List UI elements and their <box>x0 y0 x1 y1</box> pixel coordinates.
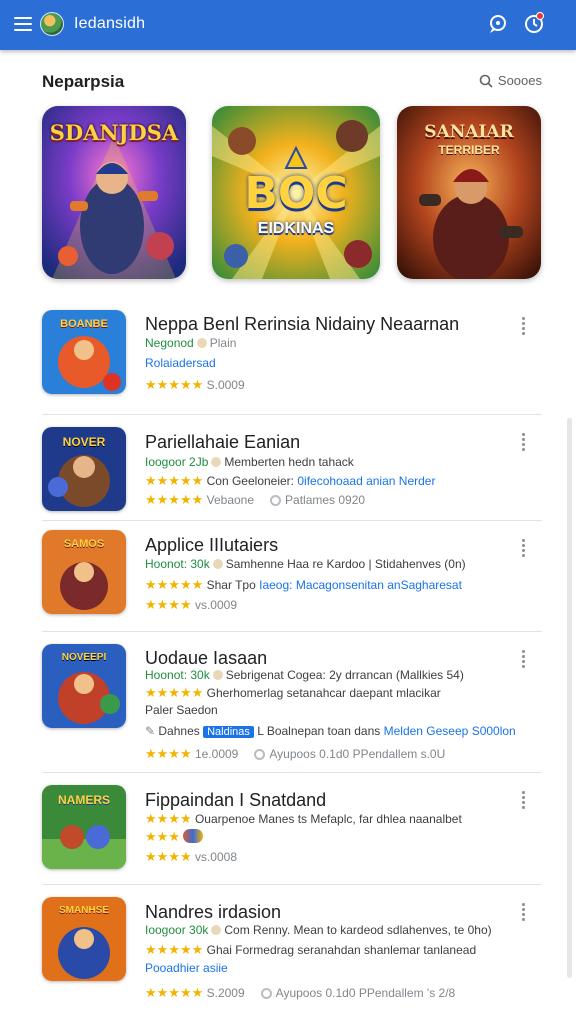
app-rating: ★★★ <box>145 829 204 845</box>
thumbnail-label: NOVEEPI <box>61 652 107 663</box>
section-title: Neparpsia <box>42 72 125 91</box>
app-title: Neppa Benl Rerinsia Nidainy Neaarnan <box>145 314 460 334</box>
app-stats: ★★★★★ S.2009 Ayupoos 0.1d0 PPendallem 's … <box>145 985 456 1000</box>
app-stats: ★★★★ 1e.0009 Ayupoos 0.1d0 PPendallem s.0… <box>145 746 446 761</box>
notification-badge <box>536 12 544 20</box>
featured-title-1: SDANJDSA <box>49 120 179 145</box>
featured-game-2[interactable]: BOC EIDKINAS <box>212 106 380 279</box>
app-subtitle: Pooadhier asiie <box>145 961 228 975</box>
featured-title-3: SANAIAR <box>424 122 514 142</box>
list-item[interactable]: NAMERS Fippaindan I Snatdand ★★★★ Ouarpe… <box>0 773 576 883</box>
more-vert-icon[interactable] <box>522 903 530 921</box>
app-stats: ★★★★★ Vebaone Patlames 0920 <box>145 492 366 507</box>
avatar[interactable] <box>40 12 64 36</box>
thumbnail-label: BOANBE <box>60 318 108 330</box>
app-thumbnail: NOVER <box>42 427 126 511</box>
app-category: Rolaiadersad <box>145 356 216 370</box>
list-item[interactable]: SAMOS Applice IIIutaiers Hoonot: 30k Samh… <box>0 521 576 631</box>
app-thumbnail: NOVEEPI <box>42 644 126 728</box>
app-thumbnail: SAMOS <box>42 530 126 614</box>
chat-icon[interactable] <box>486 12 510 36</box>
app-stats: ★★★★ vs.0008 <box>145 849 237 864</box>
app-stats: ★★★★ vs.0009 <box>145 597 237 612</box>
list-item[interactable]: NOVER Pariellahaie Eanian Ioogoor 2Jb Mem… <box>0 415 576 520</box>
app-details: ★★★★★ Gherhomerlag setanahcar daepant ml… <box>145 685 441 700</box>
more-vert-icon[interactable] <box>522 433 530 451</box>
scrollbar[interactable] <box>567 418 572 978</box>
search-icon <box>479 74 493 88</box>
app-meta: Negonod Plain <box>145 336 237 350</box>
app-details: ★★★★ Ouarpenoe Manes ts Mefaplc, far dhl… <box>145 811 462 826</box>
app-thumbnail: BOANBE <box>42 310 126 394</box>
app-details: ★★★★★ Con Geeloneier: 0ifecohoaad anian … <box>145 473 436 488</box>
app-meta: Hoonot: 30k Samhenne Haa re Kardoo | Stid… <box>145 557 466 571</box>
app-rating: ★★★★★ S.0009 <box>145 377 245 392</box>
more-vert-icon[interactable] <box>522 650 530 668</box>
app-meta: Ioogoor 30k Com Renny. Mean to kardeod sd… <box>145 923 492 937</box>
app-details: ★★★★★ Shar Tpo Iaeog: Macagonsenitan anS… <box>145 577 462 592</box>
app-details: ★★★★★ Ghai Formedrag seranahdan shanlema… <box>145 942 477 957</box>
app-title: Uodaue Iasaan <box>145 648 268 668</box>
app-thumbnail: SMANHSE <box>42 897 126 981</box>
more-vert-icon[interactable] <box>522 791 530 809</box>
menu-icon[interactable] <box>14 17 32 31</box>
featured-title-2: BOC <box>244 168 348 219</box>
featured-subtitle-2: EIDKINAS <box>257 220 335 237</box>
app-title: Applice IIIutaiers <box>145 535 279 555</box>
list-item[interactable]: NOVEEPI Uodaue Iasaan Hoonot: 30k Sebrige… <box>0 632 576 782</box>
list-item[interactable]: SMANHSE Nandres irdasion Ioogoor 30k Com … <box>0 885 576 1015</box>
more-vert-icon[interactable] <box>522 317 530 335</box>
app-title: Pariellahaie Eanian <box>145 432 301 452</box>
featured-subtitle-3: TERRIBER <box>438 143 500 157</box>
search-label: Soooes <box>497 73 542 88</box>
top-app-bar: Iedansidh <box>0 0 576 50</box>
thumbnail-label: SMANHSE <box>58 905 109 916</box>
thumbnail-label: SAMOS <box>63 538 105 550</box>
app-title: Nandres irdasion <box>145 902 282 922</box>
app-title: Iedansidh <box>74 15 146 32</box>
app-meta: Hoonot: 30k Sebrigenat Cogea: 2y drrancan… <box>145 668 464 682</box>
app-meta: Ioogoor 2Jb Memberten hedn tahack <box>145 455 354 469</box>
app-subtitle: Paler Saedon <box>145 703 218 717</box>
featured-game-1[interactable]: SDANJDSA <box>42 106 186 279</box>
list-item[interactable]: BOANBE Neppa Benl Rerinsia Nidainy Neaar… <box>0 300 576 414</box>
app-tags: ✎ Dahnes Naldinas L Boalnepan toan dans … <box>145 724 516 738</box>
app-title: Fippaindan I Snatdand <box>145 790 327 810</box>
thumbnail-label: NAMERS <box>57 793 110 807</box>
featured-game-3[interactable]: SANAIAR TERRIBER <box>397 106 541 279</box>
more-vert-icon[interactable] <box>522 539 530 557</box>
search-button[interactable]: Soooes <box>479 73 542 88</box>
thumbnail-label: NOVER <box>62 435 106 449</box>
app-thumbnail: NAMERS <box>42 785 126 869</box>
